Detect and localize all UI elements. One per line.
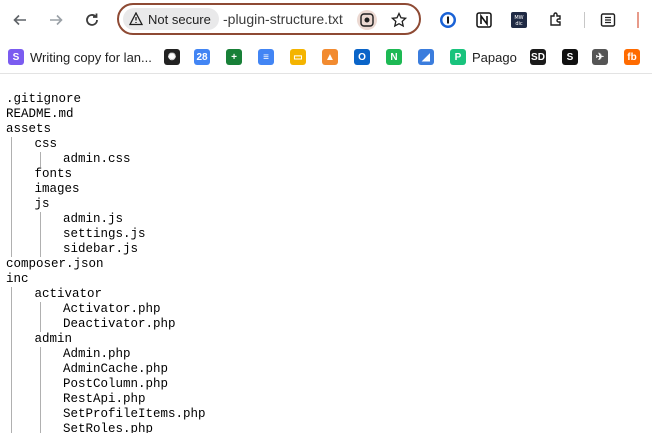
tree-item-name: Admin.php: [63, 347, 131, 361]
address-bar[interactable]: Not secure -plugin-structure.txt: [117, 3, 421, 35]
reload-icon: [86, 13, 98, 26]
bookmark-favicon-icon: P: [450, 49, 466, 65]
security-indicator[interactable]: Not secure: [123, 8, 219, 30]
tree-item-name: admin.js: [63, 212, 124, 226]
tree-item-name: admin.css: [63, 152, 131, 166]
side-panel-icon: [600, 13, 616, 27]
lens-icon: [360, 13, 374, 27]
tree-item-name: admin: [34, 332, 73, 346]
bookmark-item[interactable]: ▭: [290, 47, 306, 67]
bookmark-item[interactable]: 28: [194, 47, 210, 67]
bookmark-favicon-icon: N: [386, 49, 402, 65]
tree-item-name: inc: [6, 272, 29, 286]
extension-dictionary[interactable]: MW dic: [509, 10, 529, 30]
notion-icon: [476, 12, 492, 28]
bookmark-favicon-icon: ✈: [592, 49, 608, 65]
toolbar-divider: [584, 12, 585, 28]
tree-item-name: assets: [6, 122, 52, 136]
tree-item-name: activator: [34, 287, 103, 301]
bookmark-star-button[interactable]: [389, 10, 409, 30]
tree-item-name: SetRoles.php: [63, 422, 154, 433]
tree-item-name: PostColumn.php: [63, 377, 169, 391]
tree-item-name: sidebar.js: [63, 242, 139, 256]
tree-item-name: .gitignore: [6, 92, 82, 106]
security-label: Not secure: [148, 11, 211, 27]
indent-guide: [11, 137, 12, 257]
arrow-right-icon: [50, 14, 63, 26]
bookmark-item[interactable]: SD: [530, 47, 546, 67]
bookmark-favicon-icon: +: [226, 49, 242, 65]
back-button[interactable]: [8, 8, 32, 32]
tree-item-name: settings.js: [63, 227, 146, 241]
tree-item-name: README.md: [6, 107, 74, 121]
reload-button[interactable]: [80, 8, 104, 32]
bookmark-label: Writing copy for lan...: [30, 49, 152, 65]
arrow-left-icon: [13, 14, 26, 26]
bookmark-item[interactable]: ≡: [258, 47, 274, 67]
tree-item-name: js: [34, 197, 50, 211]
tree-item-name: images: [34, 182, 80, 196]
bookmark-favicon-icon: S: [562, 49, 578, 65]
warning-icon: [129, 12, 143, 26]
bookmark-label: Papago: [472, 49, 517, 65]
indent-guide: [39, 347, 41, 433]
bookmark-favicon-icon: ▭: [290, 49, 306, 65]
tree-item-name: Activator.php: [63, 302, 161, 316]
bookmark-item[interactable]: ✺: [164, 47, 180, 67]
bookmark-favicon-icon: ≡: [258, 49, 274, 65]
extension-1password[interactable]: [438, 10, 458, 30]
lens-button[interactable]: [357, 10, 377, 30]
bookmark-favicon-icon: ◢: [418, 49, 434, 65]
bookmark-item[interactable]: S Writing copy for lan...: [8, 47, 152, 67]
toolbar-divider-2: [637, 12, 639, 28]
bookmark-item[interactable]: fb: [624, 47, 640, 67]
tree-item-name: fonts: [34, 167, 73, 181]
tree-item-name: AdminCache.php: [63, 362, 169, 376]
bookmark-item[interactable]: O: [354, 47, 370, 67]
document-content: .gitignore README.md assets css admin.css fon…: [0, 74, 652, 433]
extensions-button[interactable]: [546, 10, 566, 30]
bookmark-item[interactable]: ◢: [418, 47, 434, 67]
star-icon: [391, 12, 407, 28]
bookmark-favicon-icon: SD: [530, 49, 546, 65]
bookmarks-bar: S Writing copy for lan... ✺ 28 + ≡ ▭ ▲ O N ◢ P Papag…: [0, 40, 652, 74]
puzzle-icon: [550, 12, 561, 26]
tree-item-name: Deactivator.php: [63, 317, 176, 331]
tree-item-name: RestApi.php: [63, 392, 146, 406]
browser-toolbar: Not secure -plugin-structure.txt MW dic: [0, 0, 652, 40]
bookmark-item[interactable]: S: [562, 47, 578, 67]
bookmark-favicon-icon: fb: [624, 49, 640, 65]
extension-notion[interactable]: [474, 10, 494, 30]
url-text[interactable]: -plugin-structure.txt: [223, 11, 343, 27]
bookmark-favicon-icon: ▲: [322, 49, 338, 65]
indent-guide: [39, 302, 41, 332]
bookmark-item[interactable]: ✈: [592, 47, 608, 67]
bookmark-favicon-icon: S: [8, 49, 24, 65]
bookmark-item[interactable]: +: [226, 47, 242, 67]
tree-item-name: SetProfileItems.php: [63, 407, 206, 421]
indent-guide: [39, 212, 41, 257]
password-manager-icon: [440, 12, 456, 28]
dictionary-icon: MWdic: [511, 12, 527, 28]
bookmark-item[interactable]: ▲: [322, 47, 338, 67]
tree-item-name: composer.json: [6, 257, 104, 271]
reading-list-button[interactable]: [598, 10, 618, 30]
bookmark-favicon-icon: 28: [194, 49, 210, 65]
bookmark-favicon-icon: O: [354, 49, 370, 65]
svg-text:dic: dic: [515, 21, 523, 27]
indent-guide: [11, 287, 12, 433]
forward-button[interactable]: [44, 8, 68, 32]
indent-guide: [39, 152, 41, 167]
tree-item-name: css: [34, 137, 58, 151]
bookmark-favicon-icon: ✺: [164, 49, 180, 65]
bookmark-item[interactable]: P Papago: [450, 47, 517, 67]
bookmark-item[interactable]: N: [386, 47, 402, 67]
